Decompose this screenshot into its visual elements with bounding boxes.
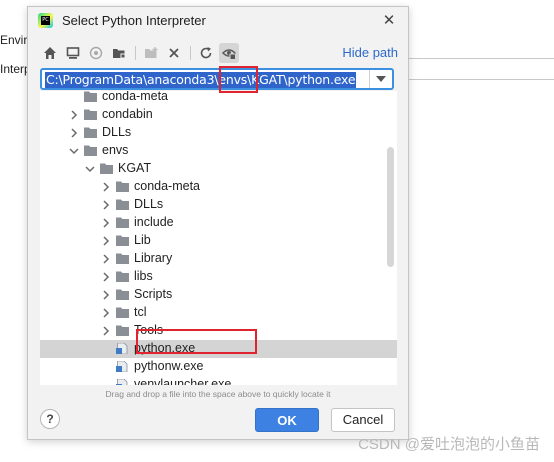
path-input-value[interactable]: C:\ProgramData\anaconda3\envs\KGAT\pytho… [45, 72, 357, 88]
folder-icon [116, 235, 129, 246]
chevron-right-icon[interactable] [69, 127, 79, 139]
folder-icon [116, 325, 129, 336]
toolbar-separator [135, 46, 136, 60]
drag-drop-hint: Drag and drop a file into the space abov… [105, 389, 331, 399]
chevron-right-icon[interactable] [101, 253, 111, 265]
background-env-label: Envir [0, 33, 28, 47]
folder-icon [116, 253, 129, 264]
folder-icon [116, 271, 129, 282]
show-hidden-icon[interactable] [219, 43, 239, 63]
tree-item-label: pythonw.exe [134, 359, 204, 373]
folder-row[interactable]: include [40, 214, 397, 232]
title-bar: PC Select Python Interpreter ✕ [28, 7, 408, 35]
tree-item-label: condabin [102, 107, 153, 121]
chevron-right-icon[interactable] [101, 325, 111, 337]
python-file-icon [116, 361, 128, 372]
folder-row[interactable]: DLLs [40, 196, 397, 214]
tree-item-label: Library [134, 251, 173, 265]
dialog-title: Select Python Interpreter [62, 13, 206, 28]
tree-item-label: conda-meta [102, 91, 169, 103]
folder-row[interactable]: tcl [40, 304, 397, 322]
folder-row[interactable]: condabin [40, 106, 397, 124]
folder-row[interactable]: Library [40, 250, 397, 268]
cancel-button[interactable]: Cancel [331, 408, 395, 432]
folder-icon [116, 307, 129, 318]
folder-row[interactable]: Scripts [40, 286, 397, 304]
tree-item-label: envs [102, 143, 129, 157]
folder-icon [84, 145, 97, 156]
tree-item-label: venvlauncher.exe [134, 377, 232, 385]
tree-item-label: Lib [134, 233, 151, 247]
folder-row[interactable]: conda-meta [40, 178, 397, 196]
tree-item-label: DLLs [134, 197, 164, 211]
toolbar-separator [190, 46, 191, 60]
folder-icon [100, 163, 113, 174]
chevron-right-icon[interactable] [101, 307, 111, 319]
tree-item-label: libs [134, 269, 153, 283]
folder-row[interactable]: envs [40, 142, 397, 160]
path-dropdown-button[interactable] [369, 70, 392, 88]
tree-item-label: include [134, 215, 174, 229]
select-interpreter-dialog: PC Select Python Interpreter ✕ Hide path… [27, 6, 409, 440]
project-icon[interactable] [86, 43, 106, 63]
tree-item-label: KGAT [118, 161, 152, 175]
tree-scrollbar[interactable] [387, 147, 394, 267]
hide-path-link[interactable]: Hide path [342, 45, 398, 60]
path-input[interactable]: C:\ProgramData\anaconda3\envs\KGAT\pytho… [40, 68, 394, 90]
folder-icon [84, 127, 97, 138]
chevron-right-icon[interactable] [101, 199, 111, 211]
folder-icon [84, 109, 97, 120]
folder-row[interactable]: Lib [40, 232, 397, 250]
tree-item-label: Scripts [134, 287, 173, 301]
help-button[interactable]: ? [40, 409, 60, 429]
folder-row[interactable]: conda-meta [40, 91, 397, 106]
folder-row[interactable]: libs [40, 268, 397, 286]
folder-icon [116, 199, 129, 210]
close-icon[interactable]: ✕ [380, 11, 398, 29]
python-exe-highlight-box [136, 329, 257, 354]
python-file-icon [116, 343, 128, 354]
chevron-right-icon[interactable] [101, 289, 111, 301]
pycharm-logo-icon: PC [38, 13, 53, 28]
tree-item-label: conda-meta [134, 179, 201, 193]
chevron-right-icon[interactable] [69, 109, 79, 121]
folder-icon [84, 91, 97, 102]
folder-icon [116, 289, 129, 300]
new-folder-icon[interactable] [141, 43, 161, 63]
desktop-icon[interactable] [63, 43, 83, 63]
kgat-highlight-box [219, 66, 258, 93]
chevron-right-icon[interactable] [101, 217, 111, 229]
chevron-down-icon[interactable] [69, 145, 79, 157]
folder-row[interactable]: DLLs [40, 124, 397, 142]
tree-item-label: DLLs [102, 125, 132, 139]
ok-button[interactable]: OK [255, 408, 319, 432]
file-row[interactable]: venvlauncher.exe [40, 376, 397, 385]
refresh-icon[interactable] [196, 43, 216, 63]
chevron-right-icon[interactable] [101, 271, 111, 283]
chevron-down-icon[interactable] [85, 163, 95, 175]
home-icon[interactable] [40, 43, 60, 63]
module-icon[interactable] [109, 43, 129, 63]
file-row[interactable]: pythonw.exe [40, 358, 397, 376]
folder-icon [116, 217, 129, 228]
chevron-right-icon[interactable] [101, 235, 111, 247]
chevron-right-icon[interactable] [101, 181, 111, 193]
folder-row[interactable]: KGAT [40, 160, 397, 178]
csdn-watermark: CSDN @爱吐泡泡的小鱼苗 [358, 436, 540, 453]
tree-item-label: tcl [134, 305, 147, 319]
chevron-down-icon [376, 76, 386, 82]
delete-icon[interactable] [164, 43, 184, 63]
folder-icon [116, 181, 129, 192]
background-interpreter-field [398, 58, 554, 80]
python-file-icon [116, 379, 128, 385]
